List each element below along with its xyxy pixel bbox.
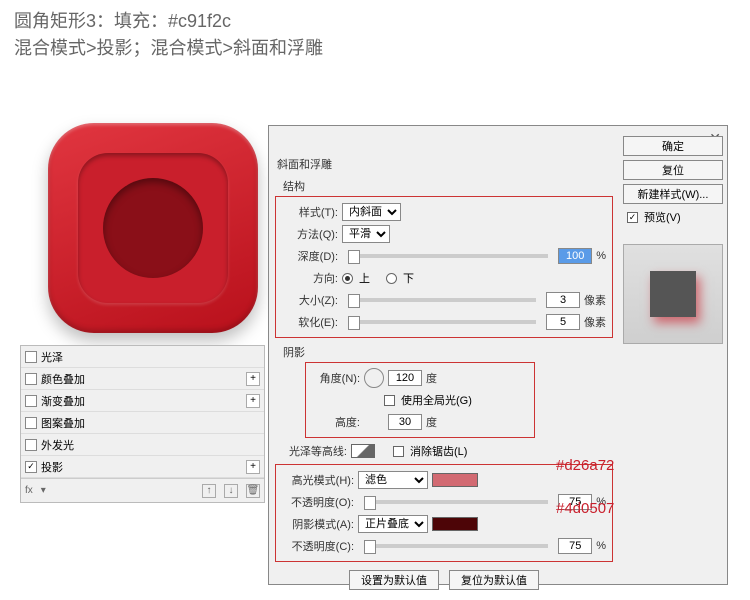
- style-label: 颜色叠加: [41, 371, 85, 387]
- direction-label: 方向:: [282, 270, 338, 286]
- angle-input[interactable]: [388, 370, 422, 386]
- soften-slider[interactable]: [348, 320, 536, 324]
- shadow-opacity-slider[interactable]: [364, 544, 548, 548]
- style-row[interactable]: ✓ 投影 +: [21, 456, 264, 478]
- add-icon[interactable]: +: [246, 394, 260, 408]
- set-default-button[interactable]: 设置为默认值: [349, 570, 439, 590]
- bevel-section-title: 斜面和浮雕: [277, 156, 619, 172]
- antialias-checkbox[interactable]: [393, 446, 404, 457]
- style-row[interactable]: 外发光: [21, 434, 264, 456]
- soften-input[interactable]: [546, 314, 580, 330]
- angle-label: 角度(N):: [312, 370, 360, 386]
- style-label: 外发光: [41, 437, 74, 453]
- annotation-highlight-color: #d26a72: [556, 457, 614, 474]
- highlight-mode-select[interactable]: 滤色: [358, 471, 428, 489]
- layer-style-dialog: ✕ 斜面和浮雕 结构 样式(T): 内斜面 方法(Q): 平滑 深度(D): %…: [268, 125, 728, 585]
- reset-button[interactable]: 复位: [623, 160, 723, 180]
- structure-subtitle: 结构: [283, 178, 619, 194]
- annotation-shadow-color: #4d0507: [556, 500, 614, 517]
- arrow-up-icon[interactable]: ↑: [202, 484, 216, 498]
- style-row[interactable]: 光泽: [21, 346, 264, 368]
- style-checkbox[interactable]: ✓: [25, 461, 37, 473]
- shadow-mode-select[interactable]: 正片叠底: [358, 515, 428, 533]
- highlight-opacity-slider[interactable]: [364, 500, 548, 504]
- shadow-opacity-label: 不透明度(C):: [282, 538, 354, 554]
- style-row[interactable]: 图案叠加: [21, 412, 264, 434]
- style-label: 图案叠加: [41, 415, 85, 431]
- highlight-mode-label: 高光模式(H):: [282, 472, 354, 488]
- fx-label: fx: [25, 485, 33, 496]
- gloss-label: 光泽等高线:: [275, 443, 347, 459]
- method-label: 方法(Q):: [282, 226, 338, 242]
- shadow-subtitle: 阴影: [283, 344, 619, 360]
- header-line2: 混合模式>投影；混合模式>斜面和浮雕: [14, 35, 736, 62]
- style-checkbox[interactable]: [25, 351, 37, 363]
- highlight-opacity-label: 不透明度(O):: [282, 494, 354, 510]
- trash-icon[interactable]: 🗑: [246, 484, 260, 498]
- arrow-down-icon[interactable]: ↓: [224, 484, 238, 498]
- shadow-mode-label: 阴影模式(A):: [282, 516, 354, 532]
- style-row[interactable]: 渐变叠加 +: [21, 390, 264, 412]
- add-icon[interactable]: +: [246, 460, 260, 474]
- altitude-label: 高度:: [312, 414, 360, 430]
- depth-input[interactable]: [558, 248, 592, 264]
- style-checkbox[interactable]: [25, 439, 37, 451]
- shadow-opacity-input[interactable]: [558, 538, 592, 554]
- soften-label: 软化(E):: [282, 314, 338, 330]
- style-label: 样式(T):: [282, 204, 338, 220]
- angle-dial[interactable]: [364, 368, 384, 388]
- size-label: 大小(Z):: [282, 292, 338, 308]
- global-light-checkbox[interactable]: [384, 395, 395, 406]
- structure-group: 样式(T): 内斜面 方法(Q): 平滑 深度(D): % 方向: 上 下 大小…: [275, 196, 613, 338]
- angle-group: 角度(N): 度 使用全局光(G) 高度: 度: [305, 362, 535, 438]
- highlight-color-swatch[interactable]: [432, 473, 478, 487]
- add-icon[interactable]: +: [246, 372, 260, 386]
- method-select[interactable]: 平滑: [342, 225, 390, 243]
- style-label: 渐变叠加: [41, 393, 85, 409]
- icon-preview: [40, 115, 265, 340]
- ok-button[interactable]: 确定: [623, 136, 723, 156]
- gloss-contour-swatch[interactable]: [351, 444, 375, 458]
- new-style-button[interactable]: 新建样式(W)...: [623, 184, 723, 204]
- style-checkbox[interactable]: [25, 373, 37, 385]
- styles-list: 光泽颜色叠加+渐变叠加+图案叠加外发光✓投影+ fx ▾ ↑ ↓ 🗑: [20, 345, 265, 503]
- header-line1: 圆角矩形3：填充：#c91f2c: [14, 8, 736, 35]
- depth-label: 深度(D):: [282, 248, 338, 264]
- size-input[interactable]: [546, 292, 580, 308]
- dir-down-radio[interactable]: [386, 273, 397, 284]
- style-label: 投影: [41, 459, 63, 475]
- dir-up-radio[interactable]: [342, 273, 353, 284]
- preview-checkbox[interactable]: ✓: [627, 212, 638, 223]
- style-checkbox[interactable]: [25, 395, 37, 407]
- altitude-input[interactable]: [388, 414, 422, 430]
- reset-default-button[interactable]: 复位为默认值: [449, 570, 539, 590]
- style-label: 光泽: [41, 349, 63, 365]
- style-select[interactable]: 内斜面: [342, 203, 401, 221]
- preview-swatch: [623, 244, 723, 344]
- depth-slider[interactable]: [348, 254, 548, 258]
- style-row[interactable]: 颜色叠加 +: [21, 368, 264, 390]
- size-slider[interactable]: [348, 298, 536, 302]
- style-checkbox[interactable]: [25, 417, 37, 429]
- shadow-color-swatch[interactable]: [432, 517, 478, 531]
- preview-label: 预览(V): [644, 209, 681, 225]
